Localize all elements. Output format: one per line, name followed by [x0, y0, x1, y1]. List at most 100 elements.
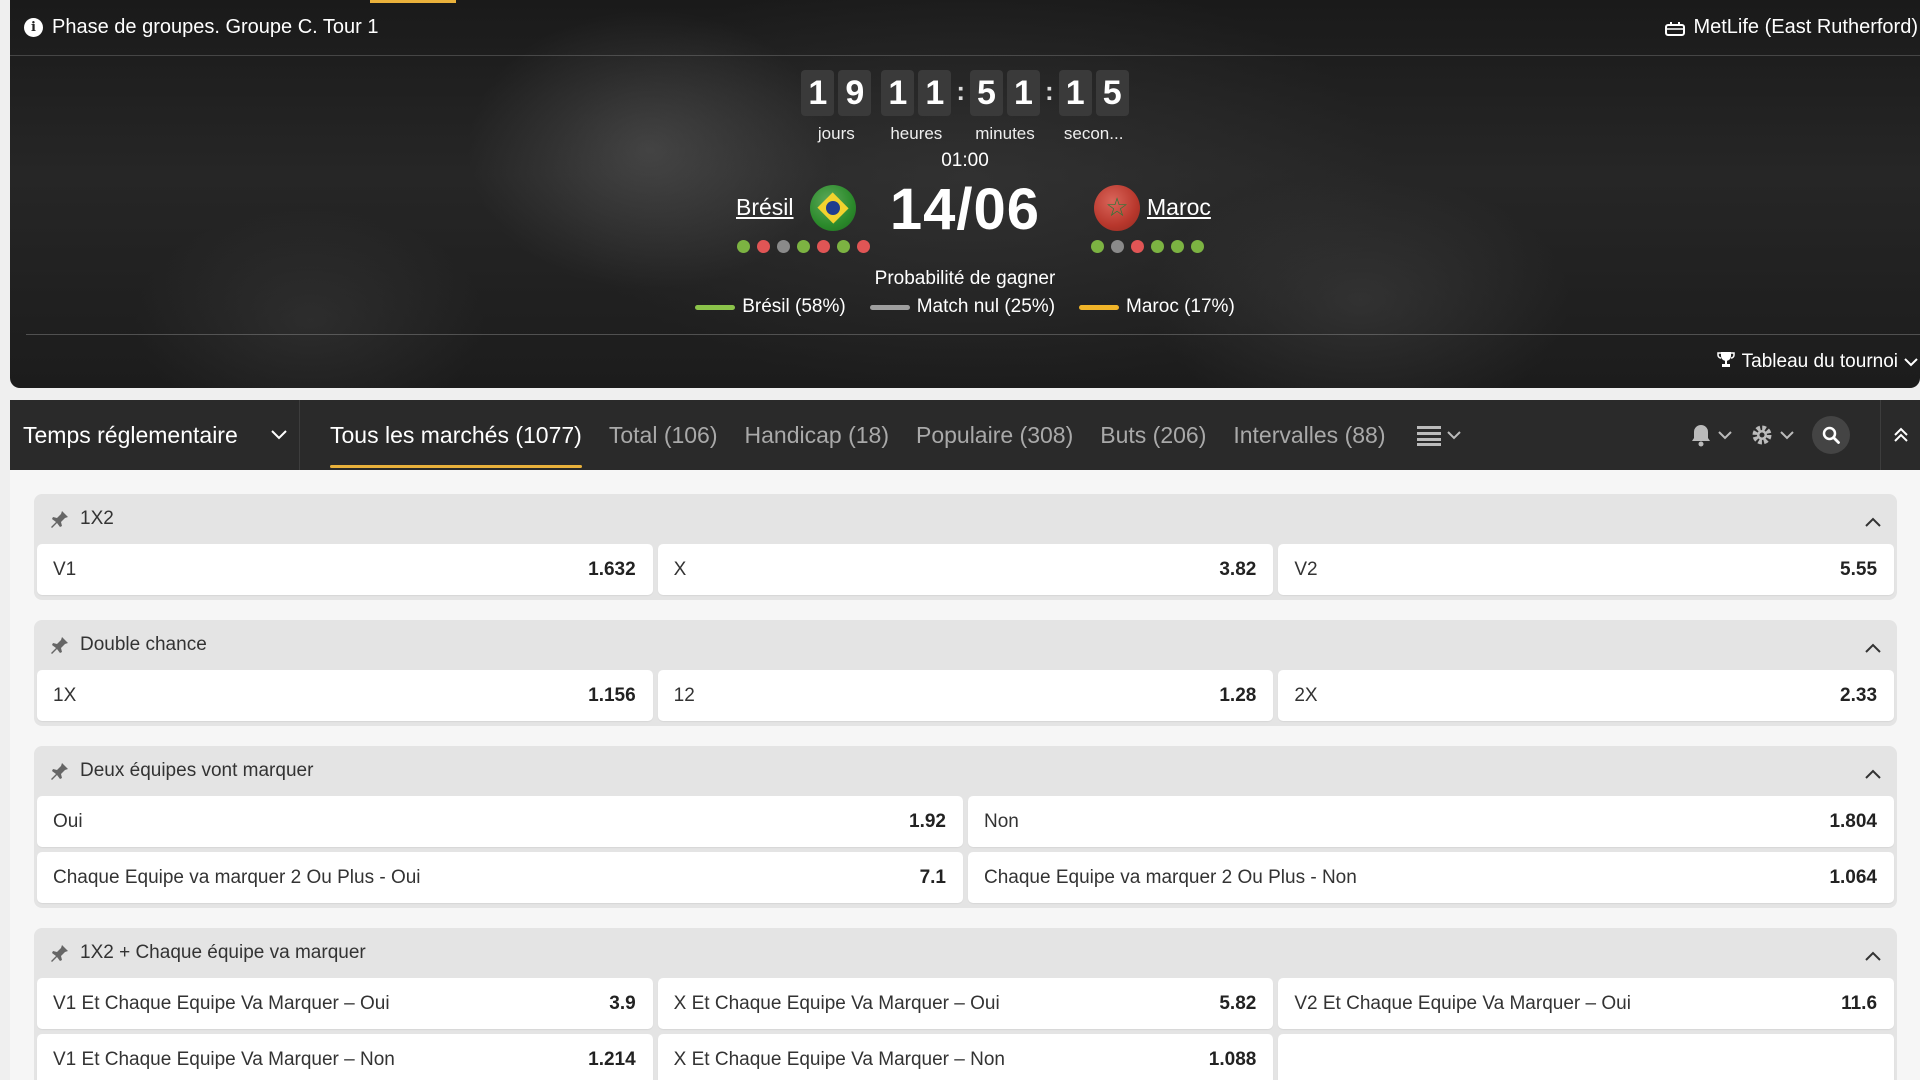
countdown-label: heures — [890, 124, 943, 143]
pin-icon[interactable] — [50, 509, 70, 529]
away-team-link[interactable]: Maroc — [1147, 194, 1211, 221]
countdown-digit: 1 — [1007, 70, 1040, 116]
market-1x2: 1X2 V1 1.632 X 3.82 V2 5.55 — [34, 494, 1897, 600]
kickoff-time: 01:00 — [941, 150, 989, 171]
probability-bar — [1079, 304, 1120, 310]
probability-title: Probabilité de gagner — [874, 268, 1056, 289]
odd-button[interactable]: X Et Chaque Equipe Va Marquer – Non 1.088 — [657, 1034, 1274, 1080]
form-dot — [1151, 240, 1164, 253]
odd-button[interactable]: X Et Chaque Equipe Va Marquer – Oui 5.82 — [657, 978, 1274, 1029]
chevron-up-icon[interactable] — [1865, 945, 1881, 967]
odd-button[interactable]: V1 1.632 — [37, 544, 653, 595]
odd-value: 7.1 — [919, 866, 946, 888]
bell-icon — [1690, 423, 1712, 447]
probability-home: Brésil (58%) — [695, 296, 846, 318]
match-date: 14/06 — [889, 177, 1041, 242]
odd-label: Chaque Equipe va marquer 2 Ou Plus - Non — [984, 866, 1357, 888]
tab-all-markets[interactable]: Tous les marchés (1077) — [330, 400, 582, 470]
chevron-up-icon[interactable] — [1865, 637, 1881, 659]
settings-dropdown[interactable] — [1750, 423, 1794, 447]
odd-button[interactable]: V1 Et Chaque Equipe Va Marquer – Oui 3.9 — [37, 978, 653, 1029]
odd-value: 1.064 — [1829, 866, 1877, 888]
notifications-dropdown[interactable] — [1690, 423, 1732, 447]
odd-value: 3.9 — [609, 992, 636, 1014]
odd-button[interactable]: Chaque Equipe va marquer 2 Ou Plus - Non… — [968, 852, 1894, 903]
odd-value: 1.804 — [1829, 810, 1877, 832]
menu-icon — [1417, 424, 1442, 446]
chevron-up-icon[interactable] — [1865, 763, 1881, 785]
probability-draw: Match nul (25%) — [869, 296, 1056, 318]
tab-popular[interactable]: Populaire (308) — [916, 400, 1073, 470]
tournament-bracket-label: Tableau du tournoi — [1741, 350, 1898, 372]
market-title: Double chance — [80, 634, 207, 655]
tournament-bracket-link[interactable]: Tableau du tournoi — [1716, 350, 1918, 373]
odd-button[interactable]: 1X 1.156 — [37, 670, 653, 721]
odd-button[interactable]: Non 1.804 — [968, 796, 1894, 847]
form-dot — [1131, 240, 1144, 253]
countdown-digit: 5 — [970, 70, 1003, 116]
market-1x2-both-score: 1X2 + Chaque équipe va marquer V1 Et Cha… — [34, 928, 1897, 1080]
probability-bar — [695, 304, 736, 310]
tab-total[interactable]: Total (106) — [609, 400, 718, 470]
pin-icon[interactable] — [50, 943, 70, 963]
markets-list: 1X2 V1 1.632 X 3.82 V2 5.55 Double chance 1… — [10, 470, 1920, 1080]
tab-goals[interactable]: Buts (206) — [1100, 400, 1206, 470]
odd-label: V2 Et Chaque Equipe Va Marquer – Oui — [1294, 992, 1631, 1014]
chevron-down-icon — [1904, 357, 1918, 367]
phase-info: i Phase de groupes. Groupe C. Tour 1 — [24, 16, 379, 39]
search-button[interactable] — [1812, 416, 1850, 454]
countdown-digit: 1 — [1058, 70, 1092, 116]
pin-icon[interactable] — [50, 635, 70, 655]
countdown-label: jours — [817, 124, 855, 143]
form-dot — [817, 240, 830, 253]
market-header[interactable]: 1X2 + Chaque équipe va marquer — [34, 928, 1897, 978]
odd-button[interactable]: 12 1.28 — [657, 670, 1274, 721]
odd-button[interactable]: V1 Et Chaque Equipe Va Marquer – Non 1.21… — [37, 1034, 653, 1080]
countdown-digit: 9 — [838, 70, 872, 116]
chevron-down-icon — [1447, 430, 1462, 440]
market-header[interactable]: Deux équipes vont marquer — [34, 746, 1897, 796]
odd-label: X — [673, 558, 687, 580]
period-selector[interactable]: Temps réglementaire — [10, 400, 300, 470]
countdown-separator: : — [1045, 76, 1054, 106]
odd-value: 1.156 — [588, 684, 636, 706]
odd-value: 5.82 — [1219, 992, 1257, 1014]
collapse-all-button[interactable] — [1880, 400, 1920, 470]
form-dot — [1091, 240, 1104, 253]
odd-button[interactable]: V2 Et Chaque Equipe Va Marquer – Oui 11.6 — [1278, 978, 1895, 1029]
odd-value: 1.28 — [1219, 684, 1257, 706]
countdown-separator: : — [956, 76, 965, 106]
tab-handicap[interactable]: Handicap (18) — [745, 400, 889, 470]
match-teams: Brésil 14/06 Maroc — [10, 176, 1920, 253]
match-hero: i Phase de groupes. Groupe C. Tour 1 Met… — [10, 0, 1920, 388]
odd-button[interactable]: Oui 1.92 — [37, 796, 963, 847]
probability-bar — [869, 304, 910, 310]
market-header[interactable]: 1X2 — [34, 494, 1897, 544]
odd-value: 2.33 — [1840, 684, 1878, 706]
form-dot — [757, 240, 770, 253]
probability-label: Maroc (17%) — [1126, 296, 1235, 317]
tab-intervals[interactable]: Intervalles (88) — [1233, 400, 1385, 470]
odd-button[interactable]: X 3.82 — [657, 544, 1274, 595]
countdown-days: 1 9 jours — [801, 70, 872, 144]
trophy-icon — [1716, 350, 1735, 373]
countdown: 1 9 jours 1 1 heures : 5 1 minutes : 1 5 — [10, 70, 1920, 144]
pin-icon[interactable] — [50, 761, 70, 781]
odd-label: Chaque Equipe va marquer 2 Ou Plus - Oui — [53, 866, 421, 888]
odd-button[interactable]: V2 5.55 — [1278, 544, 1895, 595]
gear-icon — [1750, 423, 1774, 447]
countdown-label: minutes — [975, 124, 1035, 143]
odd-label: V2 — [1294, 558, 1318, 580]
market-double-chance: Double chance 1X 1.156 12 1.28 2X 2.33 — [34, 620, 1897, 726]
odd-button[interactable]: 2X 2.33 — [1278, 670, 1895, 721]
odd-button[interactable]: Chaque Equipe va marquer 2 Ou Plus - Oui… — [37, 852, 963, 903]
hero-topbar: i Phase de groupes. Groupe C. Tour 1 Met… — [10, 0, 1920, 56]
chevron-up-icon[interactable] — [1865, 511, 1881, 533]
more-tabs-menu[interactable] — [1417, 400, 1462, 470]
probability-label: Match nul (25%) — [916, 296, 1056, 317]
odd-value: 1.92 — [909, 810, 946, 832]
form-dot — [737, 240, 750, 253]
odd-label: V1 Et Chaque Equipe Va Marquer – Non — [53, 1048, 395, 1070]
market-header[interactable]: Double chance — [34, 620, 1897, 670]
odd-label: X Et Chaque Equipe Va Marquer – Oui — [673, 992, 1000, 1014]
